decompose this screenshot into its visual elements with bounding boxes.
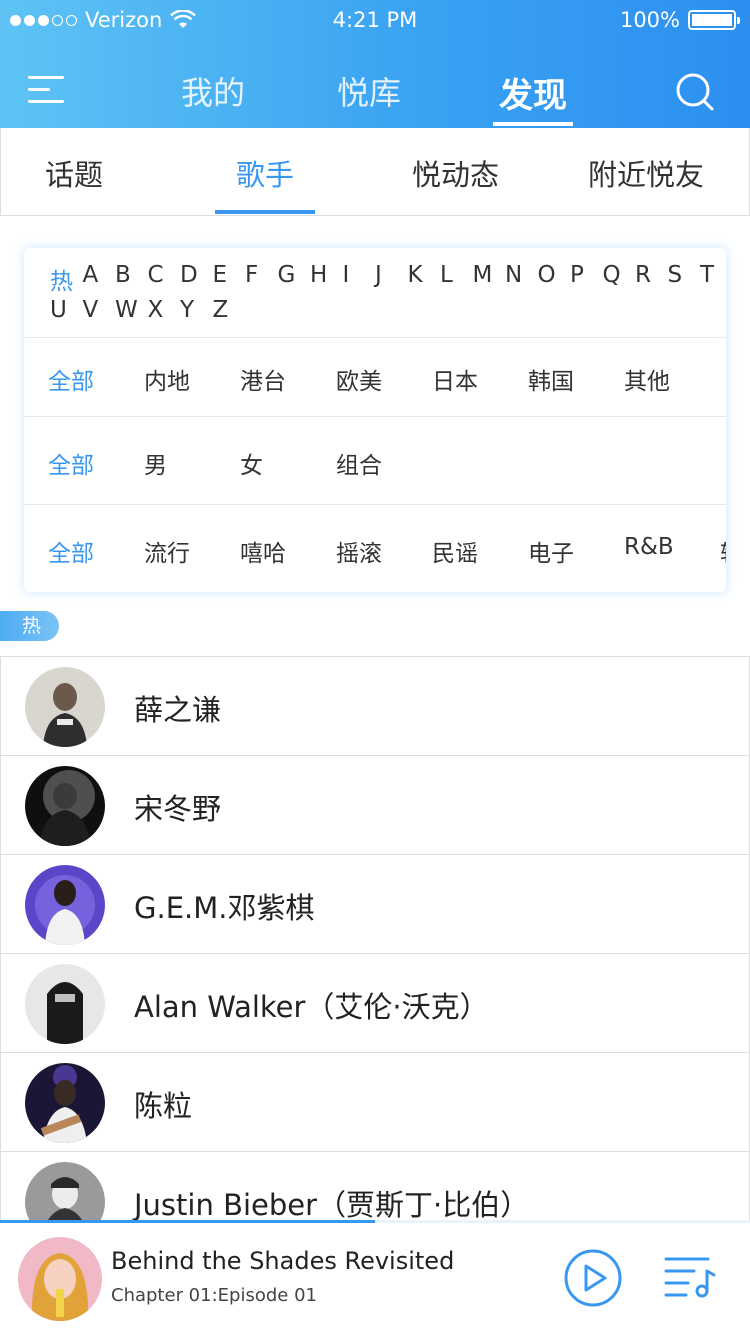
artist-name: 宋冬野 bbox=[134, 792, 222, 826]
header: Verizon 4:21 PM 100% 我的 悦库 发现 bbox=[0, 0, 750, 128]
now-playing-subtitle: Chapter 01:Episode 01 bbox=[111, 1285, 317, 1306]
letter-index-b[interactable]: B bbox=[115, 262, 131, 288]
letter-index-i[interactable]: I bbox=[343, 262, 350, 288]
subtab-indicator bbox=[215, 210, 315, 214]
letter-index-x[interactable]: X bbox=[148, 297, 164, 323]
genre-option[interactable]: 全部 bbox=[48, 534, 94, 568]
gender-filter-row: 全部 男 女 组合 bbox=[24, 430, 726, 490]
battery-percent: 100% bbox=[619, 8, 680, 32]
region-option[interactable]: 日本 bbox=[432, 362, 478, 396]
subtab-moments[interactable]: 悦动态 bbox=[412, 152, 499, 194]
genre-option[interactable]: 轻 bbox=[720, 534, 726, 568]
gender-option[interactable]: 全部 bbox=[48, 446, 94, 480]
active-tab-indicator bbox=[493, 122, 573, 126]
genre-option[interactable]: 嘻哈 bbox=[240, 534, 286, 568]
gender-option[interactable]: 组合 bbox=[336, 446, 382, 480]
artist-name: 薛之谦 bbox=[134, 693, 222, 727]
top-navbar: 我的 悦库 发现 bbox=[0, 52, 750, 128]
genre-filter-row: 全部 流行 嘻哈 摇滚 民谣 电子 R&B 轻 bbox=[24, 518, 726, 578]
list-item[interactable]: 薛之谦 bbox=[0, 656, 750, 755]
battery-status: 100% bbox=[619, 8, 740, 32]
region-option[interactable]: 港台 bbox=[240, 362, 286, 396]
region-option[interactable]: 欧美 bbox=[336, 362, 382, 396]
letter-index-f[interactable]: F bbox=[245, 262, 258, 288]
letter-index-o[interactable]: O bbox=[538, 262, 556, 288]
divider bbox=[24, 504, 726, 505]
list-item[interactable]: G.E.M.邓紫棋 bbox=[0, 854, 750, 953]
list-item[interactable]: 陈粒 bbox=[0, 1052, 750, 1151]
letter-index-g[interactable]: G bbox=[278, 262, 296, 288]
letter-index-l[interactable]: L bbox=[440, 262, 453, 288]
subtab-singers[interactable]: 歌手 bbox=[236, 152, 294, 194]
letter-index-e[interactable]: E bbox=[213, 262, 228, 288]
letter-index-row: UVWXYZ bbox=[24, 297, 726, 329]
letter-index-p[interactable]: P bbox=[570, 262, 584, 288]
tab-discover[interactable]: 发现 bbox=[499, 68, 567, 117]
hamburger-icon[interactable] bbox=[28, 74, 64, 106]
letter-index-z[interactable]: Z bbox=[213, 297, 229, 323]
letter-index-n[interactable]: N bbox=[505, 262, 522, 288]
letter-index-m[interactable]: M bbox=[473, 262, 493, 288]
gender-option[interactable]: 男 bbox=[144, 446, 167, 480]
letter-index-s[interactable]: S bbox=[668, 262, 683, 288]
artist-name: Justin Bieber（贾斯丁·比伯） bbox=[134, 1188, 530, 1222]
divider bbox=[24, 416, 726, 417]
genre-option[interactable]: 摇滚 bbox=[336, 534, 382, 568]
letter-index-c[interactable]: C bbox=[148, 262, 164, 288]
avatar bbox=[25, 1063, 105, 1143]
letter-index-w[interactable]: W bbox=[115, 297, 138, 323]
artist-name: Alan Walker（艾伦·沃克） bbox=[134, 990, 489, 1024]
hot-section-tag: 热 bbox=[0, 611, 59, 641]
now-playing-title: Behind the Shades Revisited bbox=[111, 1247, 455, 1275]
playlist-icon[interactable] bbox=[664, 1253, 716, 1299]
letter-index-y[interactable]: Y bbox=[180, 297, 194, 323]
mini-player[interactable]: Behind the Shades Revisited Chapter 01:E… bbox=[0, 1223, 750, 1334]
list-item[interactable]: Alan Walker（艾伦·沃克） bbox=[0, 953, 750, 1052]
letter-index-r[interactable]: R bbox=[635, 262, 651, 288]
avatar bbox=[25, 766, 105, 846]
genre-option[interactable]: R&B bbox=[624, 534, 674, 560]
letter-index-a[interactable]: A bbox=[83, 262, 99, 288]
letter-index-k[interactable]: K bbox=[408, 262, 423, 288]
letter-index-v[interactable]: V bbox=[83, 297, 99, 323]
now-playing-cover bbox=[18, 1237, 102, 1321]
subtab-nearby-friends[interactable]: 附近悦友 bbox=[588, 152, 704, 194]
search-icon[interactable] bbox=[675, 72, 715, 112]
status-bar: Verizon 4:21 PM 100% bbox=[0, 0, 750, 40]
region-option[interactable]: 内地 bbox=[144, 362, 190, 396]
battery-icon bbox=[688, 10, 740, 30]
letter-index-q[interactable]: Q bbox=[603, 262, 621, 288]
genre-option[interactable]: 电子 bbox=[528, 534, 574, 568]
letter-index-row: 热ABCDEFGHIJKLMNOPQRST bbox=[24, 262, 726, 296]
letter-index-j[interactable]: J bbox=[375, 262, 382, 288]
list-item[interactable]: 宋冬野 bbox=[0, 755, 750, 854]
avatar bbox=[25, 667, 105, 747]
letter-index-t[interactable]: T bbox=[700, 262, 714, 288]
artist-name: G.E.M.邓紫棋 bbox=[134, 891, 315, 925]
subtab-topics[interactable]: 话题 bbox=[45, 152, 103, 194]
region-option[interactable]: 全部 bbox=[48, 362, 94, 396]
letter-index-u[interactable]: U bbox=[50, 297, 67, 323]
list-item[interactable]: Justin Bieber（贾斯丁·比伯） bbox=[0, 1151, 750, 1242]
letter-index-d[interactable]: D bbox=[180, 262, 198, 288]
genre-option[interactable]: 流行 bbox=[144, 534, 190, 568]
genre-option[interactable]: 民谣 bbox=[432, 534, 478, 568]
region-option[interactable]: 其他 bbox=[624, 362, 670, 396]
artist-name: 陈粒 bbox=[134, 1089, 193, 1123]
avatar bbox=[25, 865, 105, 945]
letter-index-h[interactable]: H bbox=[310, 262, 327, 288]
tab-mine[interactable]: 我的 bbox=[181, 68, 245, 114]
tab-library[interactable]: 悦库 bbox=[337, 68, 401, 114]
play-icon[interactable] bbox=[563, 1248, 623, 1308]
gender-option[interactable]: 女 bbox=[240, 446, 263, 480]
sub-tabs: 话题 歌手 悦动态 附近悦友 bbox=[0, 128, 750, 216]
avatar bbox=[25, 964, 105, 1044]
letter-index-hot[interactable]: 热 bbox=[50, 262, 73, 296]
divider bbox=[24, 337, 726, 338]
singer-filter-card: 热ABCDEFGHIJKLMNOPQRST UVWXYZ 全部 内地 港台 欧美 日本 韩… bbox=[24, 248, 726, 592]
region-option[interactable]: 韩国 bbox=[528, 362, 574, 396]
region-filter-row: 全部 内地 港台 欧美 日本 韩国 其他 bbox=[24, 346, 726, 406]
